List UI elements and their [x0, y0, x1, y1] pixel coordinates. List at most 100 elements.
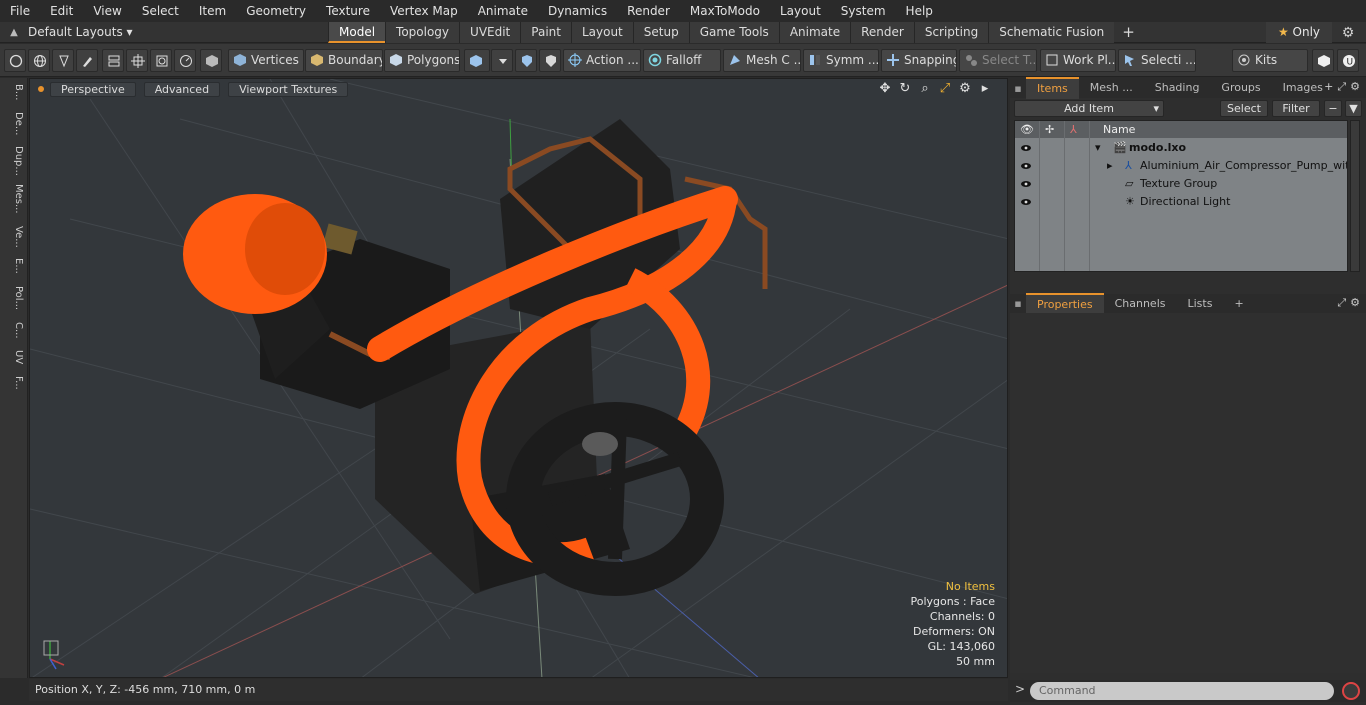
- zoom-icon[interactable]: ⌕: [917, 81, 933, 97]
- viewport-gear-icon[interactable]: ⚙: [957, 81, 973, 97]
- tab-properties[interactable]: Properties: [1026, 292, 1104, 315]
- maximize-icon[interactable]: ⤢: [937, 81, 953, 97]
- items-mode-button[interactable]: [200, 49, 222, 72]
- tab-items[interactable]: Items: [1026, 77, 1079, 99]
- element-button[interactable]: [150, 49, 172, 72]
- tab-game-tools[interactable]: Game Tools: [688, 22, 779, 43]
- tab-setup[interactable]: Setup: [632, 22, 689, 43]
- add-item-button[interactable]: Add Item ▾: [1014, 100, 1164, 117]
- filter-button[interactable]: Filter: [1272, 100, 1320, 117]
- kits-button[interactable]: Kits: [1232, 49, 1308, 72]
- vtab-edge[interactable]: E...: [4, 258, 24, 274]
- vertices-button[interactable]: Vertices: [228, 49, 304, 72]
- expand-triangle-icon[interactable]: ▸: [1107, 157, 1113, 175]
- symmetry-button[interactable]: Symm ...: [803, 49, 879, 72]
- select-circle-button[interactable]: [4, 49, 26, 72]
- selection-sets-button[interactable]: Selecti ...: [1118, 49, 1196, 72]
- panel-menu-icon[interactable]: ▪: [1010, 297, 1026, 310]
- menu-render[interactable]: Render: [617, 0, 680, 22]
- tree-row-scene[interactable]: ▾ 🎬 modo.lxo: [1015, 139, 1347, 157]
- tab-mesh[interactable]: Mesh ...: [1079, 78, 1144, 98]
- select-button[interactable]: Select: [1220, 100, 1268, 117]
- vtab-curve[interactable]: C...: [4, 322, 24, 339]
- mode-dropdown-button[interactable]: [491, 49, 513, 72]
- falloff-button[interactable]: Falloff: [643, 49, 721, 72]
- menu-maxtomodo[interactable]: MaxToModo: [680, 0, 770, 22]
- vtab-mesh-edit[interactable]: Mes...: [4, 184, 24, 214]
- tab-paint[interactable]: Paint: [520, 22, 571, 43]
- only-toggle[interactable]: ★ Only: [1266, 22, 1332, 43]
- eye-icon[interactable]: [1020, 160, 1032, 172]
- menu-dynamics[interactable]: Dynamics: [538, 0, 617, 22]
- panel-gear-icon[interactable]: ⚙: [1350, 296, 1360, 310]
- add-panel-icon[interactable]: +: [1324, 80, 1333, 94]
- menu-help[interactable]: Help: [896, 0, 943, 22]
- vtab-polygon[interactable]: Pol...: [4, 286, 24, 310]
- viewport-textures-button[interactable]: Viewport Textures: [228, 81, 349, 97]
- eye-icon[interactable]: [1020, 178, 1032, 190]
- command-input[interactable]: Command: [1030, 682, 1334, 700]
- layout-collapse-icon[interactable]: ▲: [0, 27, 28, 38]
- filter-funnel-icon[interactable]: ▼: [1345, 100, 1362, 117]
- boundary-button[interactable]: Boundary: [305, 49, 383, 72]
- expand-triangle-icon[interactable]: ▾: [1095, 139, 1101, 157]
- record-icon[interactable]: [1342, 682, 1360, 700]
- tab-animate[interactable]: Animate: [778, 22, 851, 43]
- menu-file[interactable]: File: [0, 0, 40, 22]
- tree-row-light[interactable]: ☀ Directional Light: [1015, 193, 1347, 211]
- tab-shading[interactable]: Shading: [1144, 78, 1211, 98]
- vtab-basic[interactable]: B...: [4, 84, 24, 100]
- 3d-viewport[interactable]: Perspective Advanced Viewport Textures ✥…: [29, 78, 1008, 678]
- shield-alt-button[interactable]: [539, 49, 561, 72]
- name-column-header[interactable]: Name: [1103, 121, 1135, 138]
- polygons-button[interactable]: Polygons: [384, 49, 460, 72]
- menu-item[interactable]: Item: [189, 0, 236, 22]
- align-button[interactable]: [102, 49, 124, 72]
- tab-lists[interactable]: Lists: [1177, 294, 1224, 314]
- tree-row-mesh[interactable]: ▸ ⅄ Aluminium_Air_Compressor_Pump_with_.…: [1015, 157, 1347, 175]
- advanced-button[interactable]: Advanced: [143, 81, 221, 97]
- layout-selector[interactable]: Default Layouts ▾: [28, 25, 328, 39]
- snapping-button[interactable]: Snapping: [881, 49, 957, 72]
- tab-scripting[interactable]: Scripting: [913, 22, 989, 43]
- menu-layout[interactable]: Layout: [770, 0, 831, 22]
- menu-select[interactable]: Select: [132, 0, 189, 22]
- rotate-icon[interactable]: ↻: [897, 81, 913, 97]
- tree-row-texture-group[interactable]: ▱ Texture Group: [1015, 175, 1347, 193]
- tab-render[interactable]: Render: [850, 22, 914, 43]
- panel-gear-icon[interactable]: ⚙: [1350, 80, 1360, 94]
- panel-menu-icon[interactable]: ▪: [1010, 82, 1026, 95]
- lasso-button[interactable]: [52, 49, 74, 72]
- menu-vertex-map[interactable]: Vertex Map: [380, 0, 468, 22]
- add-tab-button[interactable]: +: [1114, 22, 1143, 43]
- menu-animate[interactable]: Animate: [468, 0, 538, 22]
- vtab-vertex[interactable]: Ve...: [4, 226, 24, 248]
- menu-system[interactable]: System: [831, 0, 896, 22]
- action-center-button[interactable]: Action ...: [563, 49, 641, 72]
- select-through-button[interactable]: Select T...: [959, 49, 1037, 72]
- transform-button[interactable]: [126, 49, 148, 72]
- mesh-constraint-button[interactable]: Mesh C ...: [723, 49, 801, 72]
- menu-geometry[interactable]: Geometry: [236, 0, 316, 22]
- vtab-fusion[interactable]: F...: [4, 376, 24, 390]
- tab-uvedit[interactable]: UVEdit: [459, 22, 521, 43]
- menu-texture[interactable]: Texture: [316, 0, 380, 22]
- gear-icon[interactable]: ⚙: [1340, 25, 1356, 41]
- globe-button[interactable]: [28, 49, 50, 72]
- play-arrow-icon[interactable]: ▸: [977, 81, 993, 97]
- unity-button[interactable]: [1312, 49, 1334, 72]
- timer-button[interactable]: [174, 49, 196, 72]
- tab-groups[interactable]: Groups: [1210, 78, 1271, 98]
- tab-channels[interactable]: Channels: [1104, 294, 1177, 314]
- work-plane-button[interactable]: Work Pl...: [1040, 49, 1116, 72]
- menu-edit[interactable]: Edit: [40, 0, 83, 22]
- eye-icon[interactable]: [1020, 142, 1032, 154]
- tab-topology[interactable]: Topology: [385, 22, 460, 43]
- unreal-button[interactable]: U: [1337, 49, 1359, 72]
- eye-icon[interactable]: [1020, 196, 1032, 208]
- expand-panel-icon[interactable]: ⤢: [1337, 296, 1346, 310]
- vtab-uv[interactable]: UV: [4, 350, 24, 364]
- expand-panel-icon[interactable]: ⤢: [1337, 80, 1346, 94]
- material-mode-button[interactable]: [464, 49, 490, 72]
- items-scrollbar[interactable]: [1350, 120, 1360, 272]
